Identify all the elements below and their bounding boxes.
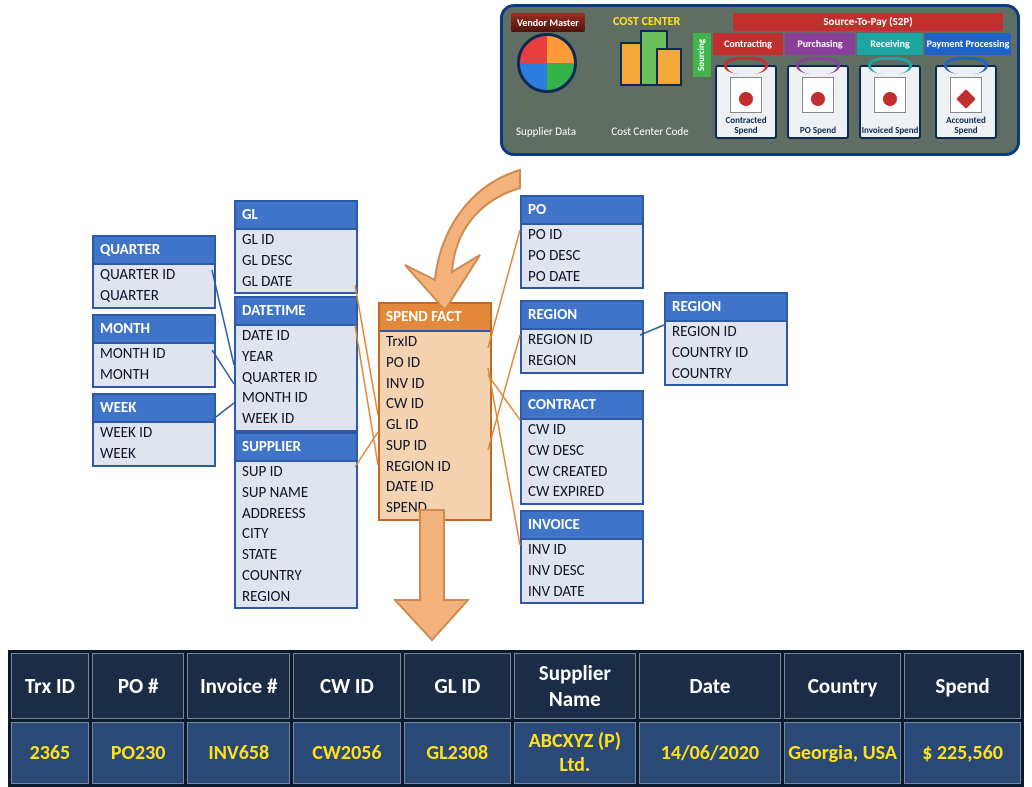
step-purchasing: Purchasing bbox=[785, 33, 855, 55]
entity-quarter: QUARTER QUARTER ID QUARTER bbox=[92, 235, 216, 309]
col-supplier: Supplier Name bbox=[514, 653, 636, 719]
spend-grid: Trx ID PO # Invoice # CW ID GL ID Suppli… bbox=[8, 650, 1024, 787]
step-contracting: Contracting bbox=[713, 33, 783, 55]
process-banner: Vendor Master Supplier Data COST CENTER … bbox=[500, 4, 1020, 156]
vendor-master-badge: Vendor Master bbox=[511, 13, 585, 32]
s2p-banner: Source-To-Pay (S2P) bbox=[733, 13, 1003, 31]
col-cw: CW ID bbox=[293, 653, 401, 719]
entity-month: MONTH MONTH ID MONTH bbox=[92, 314, 216, 388]
entity-contract: CONTRACT CW ID CW DESC CW CREATED CW EXP… bbox=[520, 390, 644, 505]
sourcing-step: Sourcing bbox=[693, 33, 711, 77]
col-date: Date bbox=[639, 653, 781, 719]
cost-center-code-label: Cost Center Code bbox=[605, 125, 695, 138]
card-accounted-spend: Accounted Spend bbox=[935, 65, 997, 139]
col-invoice: Invoice # bbox=[187, 653, 290, 719]
table-row: 2365 PO230 INV658 CW2056 GL2308 ABCXYZ (… bbox=[11, 722, 1021, 784]
step-payment: Payment Processing bbox=[925, 33, 1011, 55]
entity-invoice: INVOICE INV ID INV DESC INV DATE bbox=[520, 510, 644, 604]
col-country: Country bbox=[784, 653, 901, 719]
entity-supplier: SUPPLIER SUP ID SUP NAME ADDREESS CITY S… bbox=[234, 432, 358, 609]
cost-center-title: COST CENTER bbox=[613, 15, 680, 29]
card-invoiced-spend: Invoiced Spend bbox=[859, 65, 921, 139]
col-po: PO # bbox=[92, 653, 185, 719]
card-po-spend: PO Spend bbox=[787, 65, 849, 139]
step-receiving: Receiving bbox=[857, 33, 923, 55]
entity-datetime: DATETIME DATE ID YEAR QUARTER ID MONTH I… bbox=[234, 296, 358, 432]
entity-region: REGION REGION ID REGION bbox=[520, 300, 644, 374]
entity-po: PO PO ID PO DESC PO DATE bbox=[520, 195, 644, 289]
col-gl: GL ID bbox=[404, 653, 511, 719]
entity-spend-fact: SPEND FACT TrxID PO ID INV ID CW ID GL I… bbox=[378, 302, 492, 521]
entity-region2: REGION REGION ID COUNTRY ID COUNTRY bbox=[664, 292, 788, 386]
vendor-master-icon bbox=[517, 33, 577, 93]
supplier-data-label: Supplier Data bbox=[511, 125, 581, 138]
card-contracted-spend: Contracted Spend bbox=[715, 65, 777, 139]
entity-gl: GL GL ID GL DESC GL DATE bbox=[234, 200, 358, 294]
col-spend: Spend bbox=[904, 653, 1021, 719]
cost-center-icon bbox=[618, 31, 678, 86]
entity-week: WEEK WEEK ID WEEK bbox=[92, 393, 216, 467]
col-trx-id: Trx ID bbox=[11, 653, 89, 719]
